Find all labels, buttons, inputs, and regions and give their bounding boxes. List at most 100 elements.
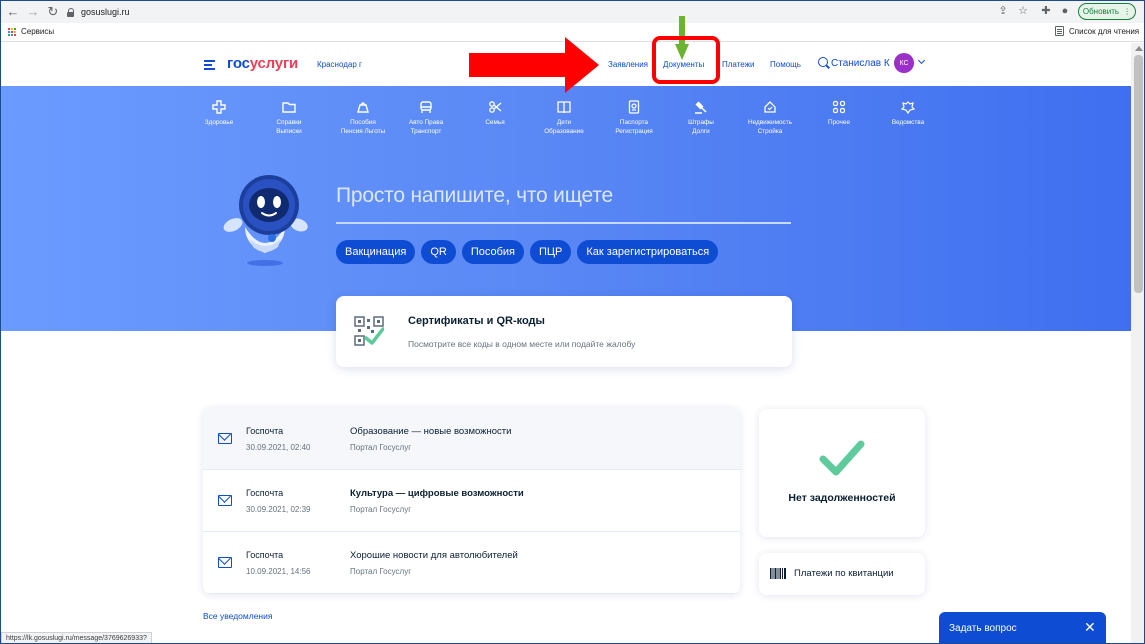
category-car[interactable]: Авто Права Транспорт [388,100,464,136]
chip-register[interactable]: Как зарегистрироваться [577,240,719,264]
ask-question-widget[interactable]: Задать вопрос ✕ [939,612,1106,643]
category-health[interactable]: Здоровье [181,100,257,127]
barcode-icon [770,568,786,579]
ask-question-label: Задать вопрос [949,623,1017,634]
notification-date: 30.09.2021, 02:39 [246,505,311,514]
gavel-icon [694,100,708,114]
user-name[interactable]: Станислав К [831,58,890,69]
update-button[interactable]: Обновить ⋮ [1078,3,1136,20]
search-icon[interactable] [818,57,828,67]
browser-toolbar: ← → ↻ gosuslugi.ru ⇪ ☆ ✚ ● Обновить ⋮ [1,1,1144,23]
category-passport[interactable]: Паспорта Регистрация [596,100,672,136]
qr-code-icon [354,316,384,346]
category-family[interactable]: Семья [457,100,533,127]
red-arrow-annotation [469,37,599,93]
page-scrollbar[interactable] [1131,43,1144,643]
notification-date: 10.09.2021, 14:56 [246,567,311,576]
logo-part-gos: гос [227,55,250,72]
logo-part-uslugi: услуги [249,55,299,72]
extensions-icon[interactable]: ✚ [1039,4,1053,18]
avatar[interactable]: КС [894,53,914,73]
category-label: Штрафы [688,119,714,126]
notifications-list: Госпочта 30.09.2021, 02:40 Образование — н… [203,408,740,594]
logo[interactable]: госуслуги [227,55,298,72]
nav-help[interactable]: Помощь [770,60,801,69]
category-folder[interactable]: Справки Выписки [251,100,327,136]
checkmark-icon [819,440,865,476]
back-icon[interactable]: ← [5,4,21,20]
chevron-down-icon[interactable] [917,56,926,65]
category-label: Справки [276,119,302,126]
reading-list-button[interactable]: Список для чтения [1055,26,1139,36]
close-icon[interactable]: ✕ [1084,620,1096,634]
share-icon[interactable]: ⇪ [996,4,1010,18]
robot-mascot [223,175,308,266]
nav-payments[interactable]: Платежи [722,60,754,69]
envelope-icon [218,433,232,444]
category-label: Прочее [828,119,850,126]
notification-row[interactable]: Госпочта 10.09.2021, 14:56 Хорошие новости… [203,532,740,594]
health-icon [212,100,226,114]
update-label: Обновить [1082,7,1120,16]
scroll-thumb[interactable] [1134,55,1143,293]
chip-qr[interactable]: QR [421,240,456,264]
notification-date: 30.09.2021, 02:40 [246,443,311,452]
notification-sender: Госпочта [246,550,284,560]
category-label: Семья [485,119,505,126]
nav-applications[interactable]: Заявления [608,60,648,69]
lock-icon[interactable] [67,7,75,17]
category-label: Транспорт [410,128,442,135]
search-underline [336,222,791,224]
category-label: Выписки [276,128,302,135]
receipt-payments-card[interactable]: Платежи по квитанции [759,553,925,595]
envelope-icon [218,557,232,568]
forward-icon[interactable]: → [25,4,41,20]
notification-sender: Госпочта [246,426,284,436]
category-house[interactable]: Недвижимость Стройка [732,100,808,136]
star-icon[interactable]: ☆ [1016,4,1030,18]
category-label: Авто Права [408,119,444,126]
browser-window: ← → ↻ gosuslugi.ru ⇪ ☆ ✚ ● Обновить ⋮ Се… [0,0,1145,644]
category-grid[interactable]: Прочее [801,100,877,127]
region-selector[interactable]: Краснодар г [317,60,362,69]
category-label: Недвижимость [748,119,792,126]
chip-pcr[interactable]: ПЦР [529,240,572,264]
category-gavel[interactable]: Штрафы Долги [663,100,739,136]
notification-row[interactable]: Госпочта 30.09.2021, 02:39 Культура — цифр… [203,470,740,532]
grid-icon [832,100,846,114]
notification-source: Портал Госуслуг [350,443,412,452]
address-bar[interactable]: gosuslugi.ru [59,3,984,21]
scroll-up-icon[interactable] [1135,46,1143,51]
debt-status-card[interactable]: Нет задолженностей [759,409,925,537]
profile-icon[interactable]: ● [1058,4,1072,18]
book-icon [557,100,571,114]
envelope-icon [218,495,232,506]
car-icon [419,100,433,114]
category-book[interactable]: Дети Образование [526,100,602,136]
notification-row[interactable]: Госпочта 30.09.2021, 02:40 Образование — н… [203,408,740,470]
folder-icon [282,100,296,114]
chip-vaccination[interactable]: Вакцинация [336,240,416,264]
category-label: Ведомства [891,119,925,126]
emblem-icon [900,100,916,115]
notification-subject: Хорошие новости для автолюбителей [350,550,518,561]
all-notifications-link[interactable]: Все уведомления [203,611,272,621]
apps-bookmark[interactable]: Сервисы [21,27,54,36]
search-prompt[interactable]: Просто напишите, что ищете [336,184,613,208]
debt-status-text: Нет задолженностей [788,492,896,504]
status-bar-url: https://lk.gosuslugi.ru/message/37696269… [1,632,152,643]
category-emblem[interactable]: Ведомства [870,100,946,127]
chip-benefits[interactable]: Пособия [461,240,524,264]
category-label: Паспорта [619,119,649,126]
certificates-subtitle: Посмотрите все коды в одном месте или по… [408,339,636,349]
category-label: Образование [544,128,584,135]
more-icon: ⋮ [1123,7,1132,16]
notification-subject: Культура — цифровые возможности [350,488,524,499]
house-icon [763,100,777,114]
notification-sender: Госпочта [246,488,284,498]
certificates-title: Сертификаты и QR-коды [408,315,545,327]
category-label: Дети [556,119,572,126]
apps-icon[interactable] [8,28,17,37]
menu-icon[interactable] [204,60,215,70]
certificates-card[interactable]: Сертификаты и QR-коды Посмотрите все код… [336,296,792,367]
